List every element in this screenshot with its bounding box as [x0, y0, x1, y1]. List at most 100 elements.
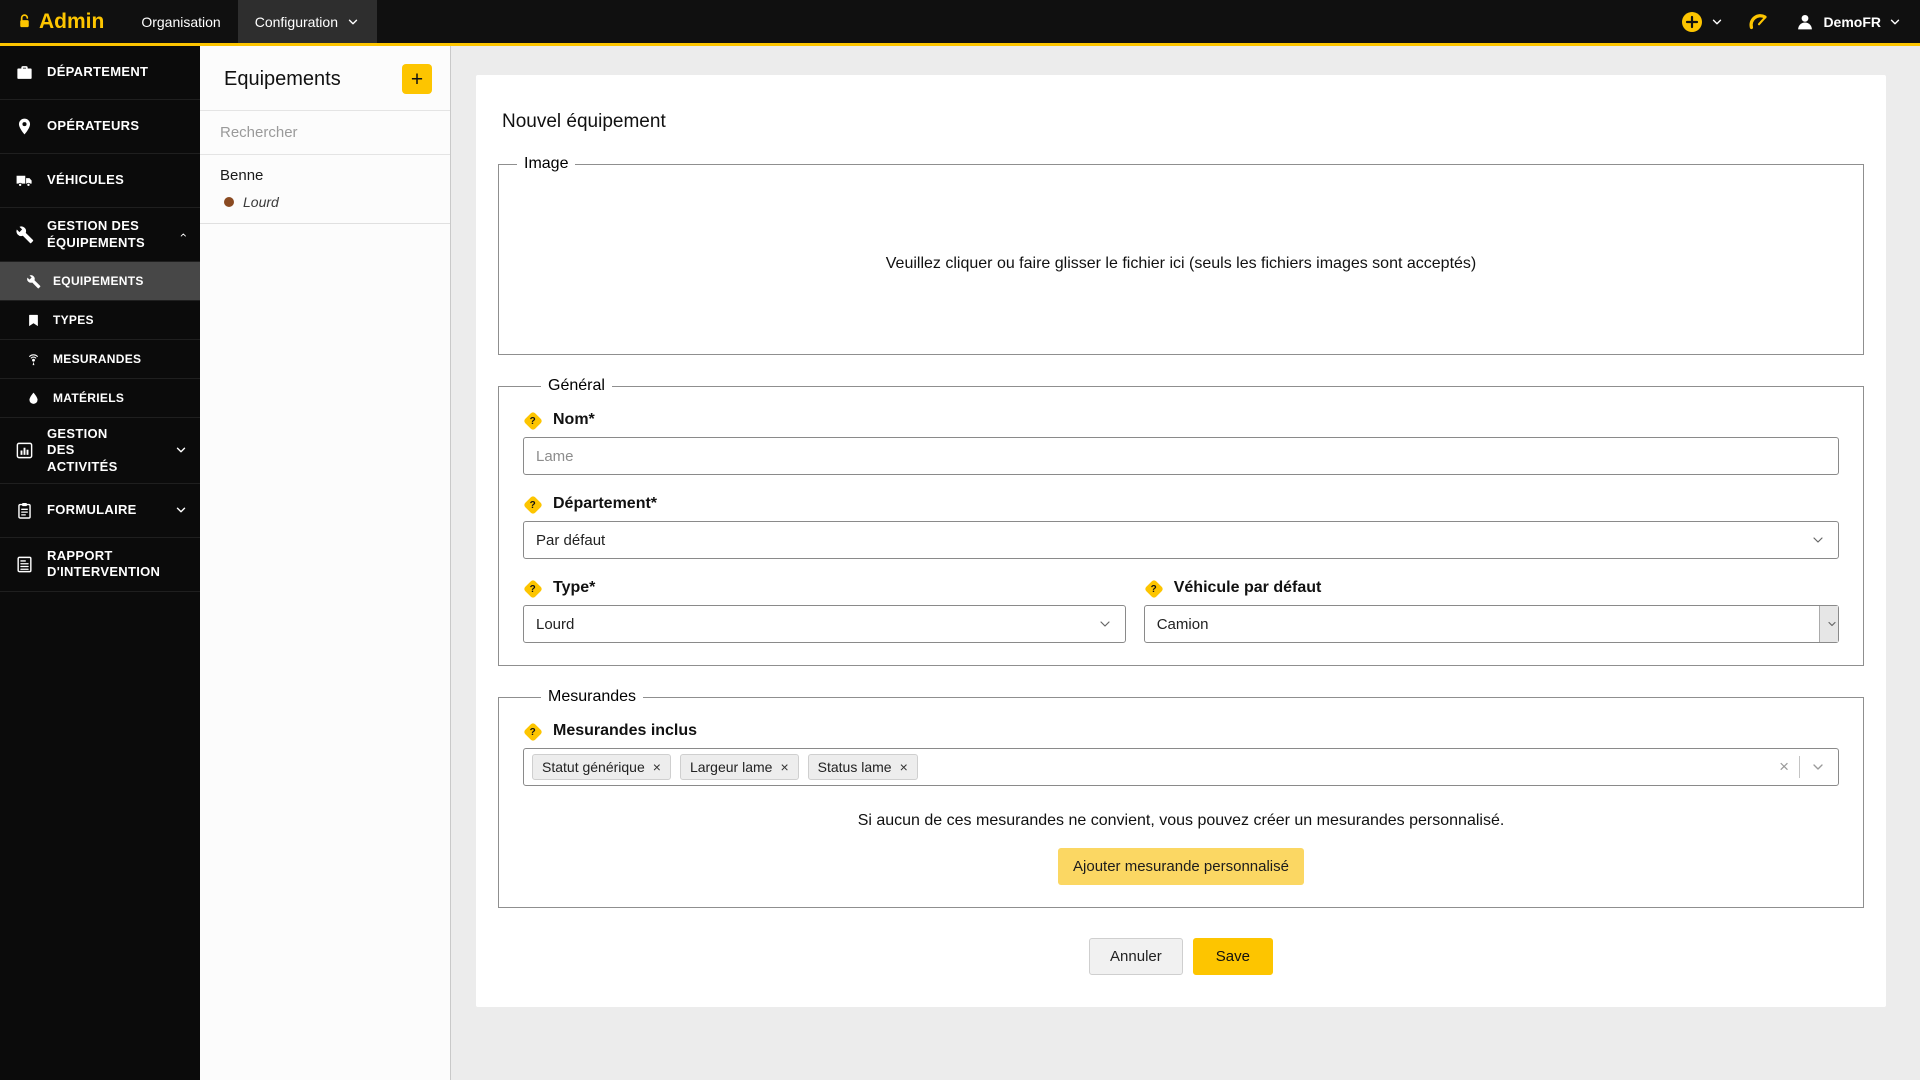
departement-select[interactable]: Par défaut	[523, 521, 1839, 559]
multiselect-controls: ×	[1779, 756, 1826, 778]
top-nav: Organisation Configuration	[124, 0, 377, 43]
field-nom-label-row: ? Nom*	[523, 411, 1839, 431]
equipment-list-item[interactable]: Lourd	[200, 191, 450, 213]
main-content: Nouvel équipement Image Veuillez cliquer…	[451, 46, 1920, 1080]
mesurandes-multiselect[interactable]: Statut générique × Largeur lame × Status…	[523, 748, 1839, 786]
sidebar-subitem-equipements[interactable]: EQUIPEMENTS	[0, 262, 200, 301]
type-select[interactable]: Lourd	[523, 605, 1126, 643]
chevron-up-icon	[181, 232, 187, 237]
image-dropzone[interactable]: Veuillez cliquer ou faire glisser le fic…	[499, 173, 1863, 354]
sidebar-item-label: OPÉRATEURS	[47, 118, 140, 134]
vehicule-select[interactable]: Camion	[1143, 605, 1839, 643]
question-glyph: ?	[529, 583, 537, 595]
mesurandes-label: Mesurandes inclus	[553, 722, 698, 739]
mesurande-tag: Largeur lame ×	[679, 754, 799, 780]
chevron-down-icon	[1828, 621, 1836, 627]
field-departement-label-row: ? Département*	[523, 495, 1839, 515]
chevron-down-icon	[1100, 621, 1110, 627]
clear-all-icon[interactable]: ×	[1779, 757, 1789, 777]
equipment-group-name[interactable]: Benne	[200, 167, 450, 184]
chevron-down-icon[interactable]	[1810, 759, 1826, 775]
map-pin-icon	[18, 118, 31, 135]
add-equipment-button[interactable]: +	[402, 64, 432, 94]
bookmark-icon	[29, 314, 38, 326]
new-equipment-card: Nouvel équipement Image Veuillez cliquer…	[476, 75, 1886, 1007]
search-input[interactable]	[200, 111, 450, 154]
sidebar-item-gestion-activites[interactable]: GESTION DES ACTIVITÉS	[0, 418, 200, 484]
tag-label: Largeur lame	[689, 759, 773, 775]
sidebar-item-operateurs[interactable]: OPÉRATEURS	[0, 100, 200, 154]
sidebar-subitem-materiels[interactable]: MATÉRIELS	[0, 379, 200, 418]
plus-icon: +	[410, 67, 424, 91]
sidebar-item-label: GESTION DES ACTIVITÉS	[47, 426, 118, 474]
select-scrollbar[interactable]	[1819, 606, 1838, 642]
nav-organisation[interactable]: Organisation	[124, 0, 237, 43]
brand[interactable]: Admin	[0, 0, 124, 43]
report-document-icon	[17, 556, 32, 573]
sidebar: DÉPARTEMENT OPÉRATEURS VÉHICULES GESTION…	[0, 46, 200, 1080]
panel-title: Equipements	[224, 67, 341, 90]
type-label: Type*	[553, 579, 596, 596]
user-menu[interactable]: DemoFR	[1794, 11, 1902, 33]
cancel-button[interactable]: Annuler	[1089, 938, 1183, 975]
sidebar-subitem-label: MATÉRIELS	[53, 390, 125, 405]
sidebar-item-departement[interactable]: DÉPARTEMENT	[0, 46, 200, 100]
dropzone-text: Veuillez cliquer ou faire glisser le fic…	[885, 254, 1477, 272]
sidebar-subitem-mesurandes[interactable]: MESURANDES	[0, 340, 200, 379]
clipboard-icon	[18, 502, 31, 519]
remove-tag-icon[interactable]: ×	[653, 759, 661, 775]
custom-mesurande-hint: Si aucun de ces mesurandes ne convient, …	[857, 812, 1505, 829]
field-type-label-row: ? Type*	[523, 579, 1126, 599]
add-menu-button[interactable]	[1680, 10, 1724, 34]
sidebar-subitem-types[interactable]: TYPES	[0, 301, 200, 340]
bar-chart-icon	[16, 442, 33, 459]
app-root: Admin Organisation Configuration DemoFR …	[0, 0, 1920, 1080]
sidebar-item-vehicules[interactable]: VÉHICULES	[0, 154, 200, 208]
help-icon[interactable]: ?	[523, 579, 543, 599]
search-row	[200, 110, 450, 155]
nav-configuration[interactable]: Configuration	[237, 0, 377, 43]
type-select-value: Lourd	[536, 615, 575, 633]
field-departement: ? Département* Par défaut	[523, 495, 1839, 559]
save-button[interactable]: Save	[1192, 938, 1273, 975]
padlock-icon	[20, 14, 29, 28]
sidebar-item-label: RAPPORT D'INTERVENTION	[47, 548, 161, 580]
field-mesurandes: ? Mesurandes inclus Statut générique × L…	[523, 722, 1839, 786]
wrench-icon	[16, 226, 34, 244]
sidebar-item-label: VÉHICULES	[47, 172, 125, 188]
form-actions: Annuler Save	[498, 938, 1864, 975]
question-glyph: ?	[1150, 583, 1157, 595]
general-legend: Général	[548, 377, 605, 394]
sidebar-item-rapport-intervention[interactable]: RAPPORT D'INTERVENTION	[0, 538, 200, 592]
chevron-down-icon	[176, 507, 186, 513]
field-type: ? Type* Lourd	[523, 579, 1126, 643]
general-section: Général ? Nom* ? Département* Par défaut	[498, 377, 1864, 666]
add-custom-mesurande-button[interactable]: Ajouter mesurande personnalisé	[1058, 848, 1304, 885]
sidebar-item-gestion-equipements[interactable]: GESTION DES ÉQUIPEMENTS	[0, 208, 200, 262]
briefcase-icon	[17, 66, 32, 79]
nav-configuration-label: Configuration	[254, 13, 338, 30]
sidebar-item-label: FORMULAIRE	[47, 502, 137, 518]
user-name: DemoFR	[1823, 13, 1881, 30]
mesurande-tag: Status lame ×	[807, 754, 918, 780]
chevron-down-icon	[348, 19, 358, 24]
sidebar-item-formulaire[interactable]: FORMULAIRE	[0, 484, 200, 538]
type-vehicule-row: ? Type* Lourd ? Véhicule par défaut Cami…	[523, 579, 1839, 643]
plus-circle-icon	[1682, 11, 1703, 32]
remove-tag-icon[interactable]: ×	[780, 759, 788, 775]
topbar-right: DemoFR	[1680, 0, 1920, 43]
help-icon[interactable]: ?	[1143, 579, 1164, 599]
nom-label: Nom*	[553, 411, 595, 428]
image-section: Image Veuillez cliquer ou faire glisser …	[498, 155, 1864, 355]
help-icon[interactable]: ?	[523, 495, 543, 515]
truck-icon	[16, 175, 32, 187]
field-mesurandes-label-row: ? Mesurandes inclus	[523, 722, 1839, 742]
nom-input[interactable]	[523, 437, 1839, 475]
help-icon[interactable]: ?	[523, 722, 543, 742]
sidebar-subitem-label: TYPES	[53, 312, 94, 327]
equipment-list-panel: Equipements + Benne Lourd	[200, 46, 451, 1080]
remove-tag-icon[interactable]: ×	[900, 759, 908, 775]
chevron-down-icon	[1713, 19, 1722, 24]
tag-label: Statut générique	[542, 759, 645, 775]
help-icon[interactable]: ?	[523, 411, 543, 431]
